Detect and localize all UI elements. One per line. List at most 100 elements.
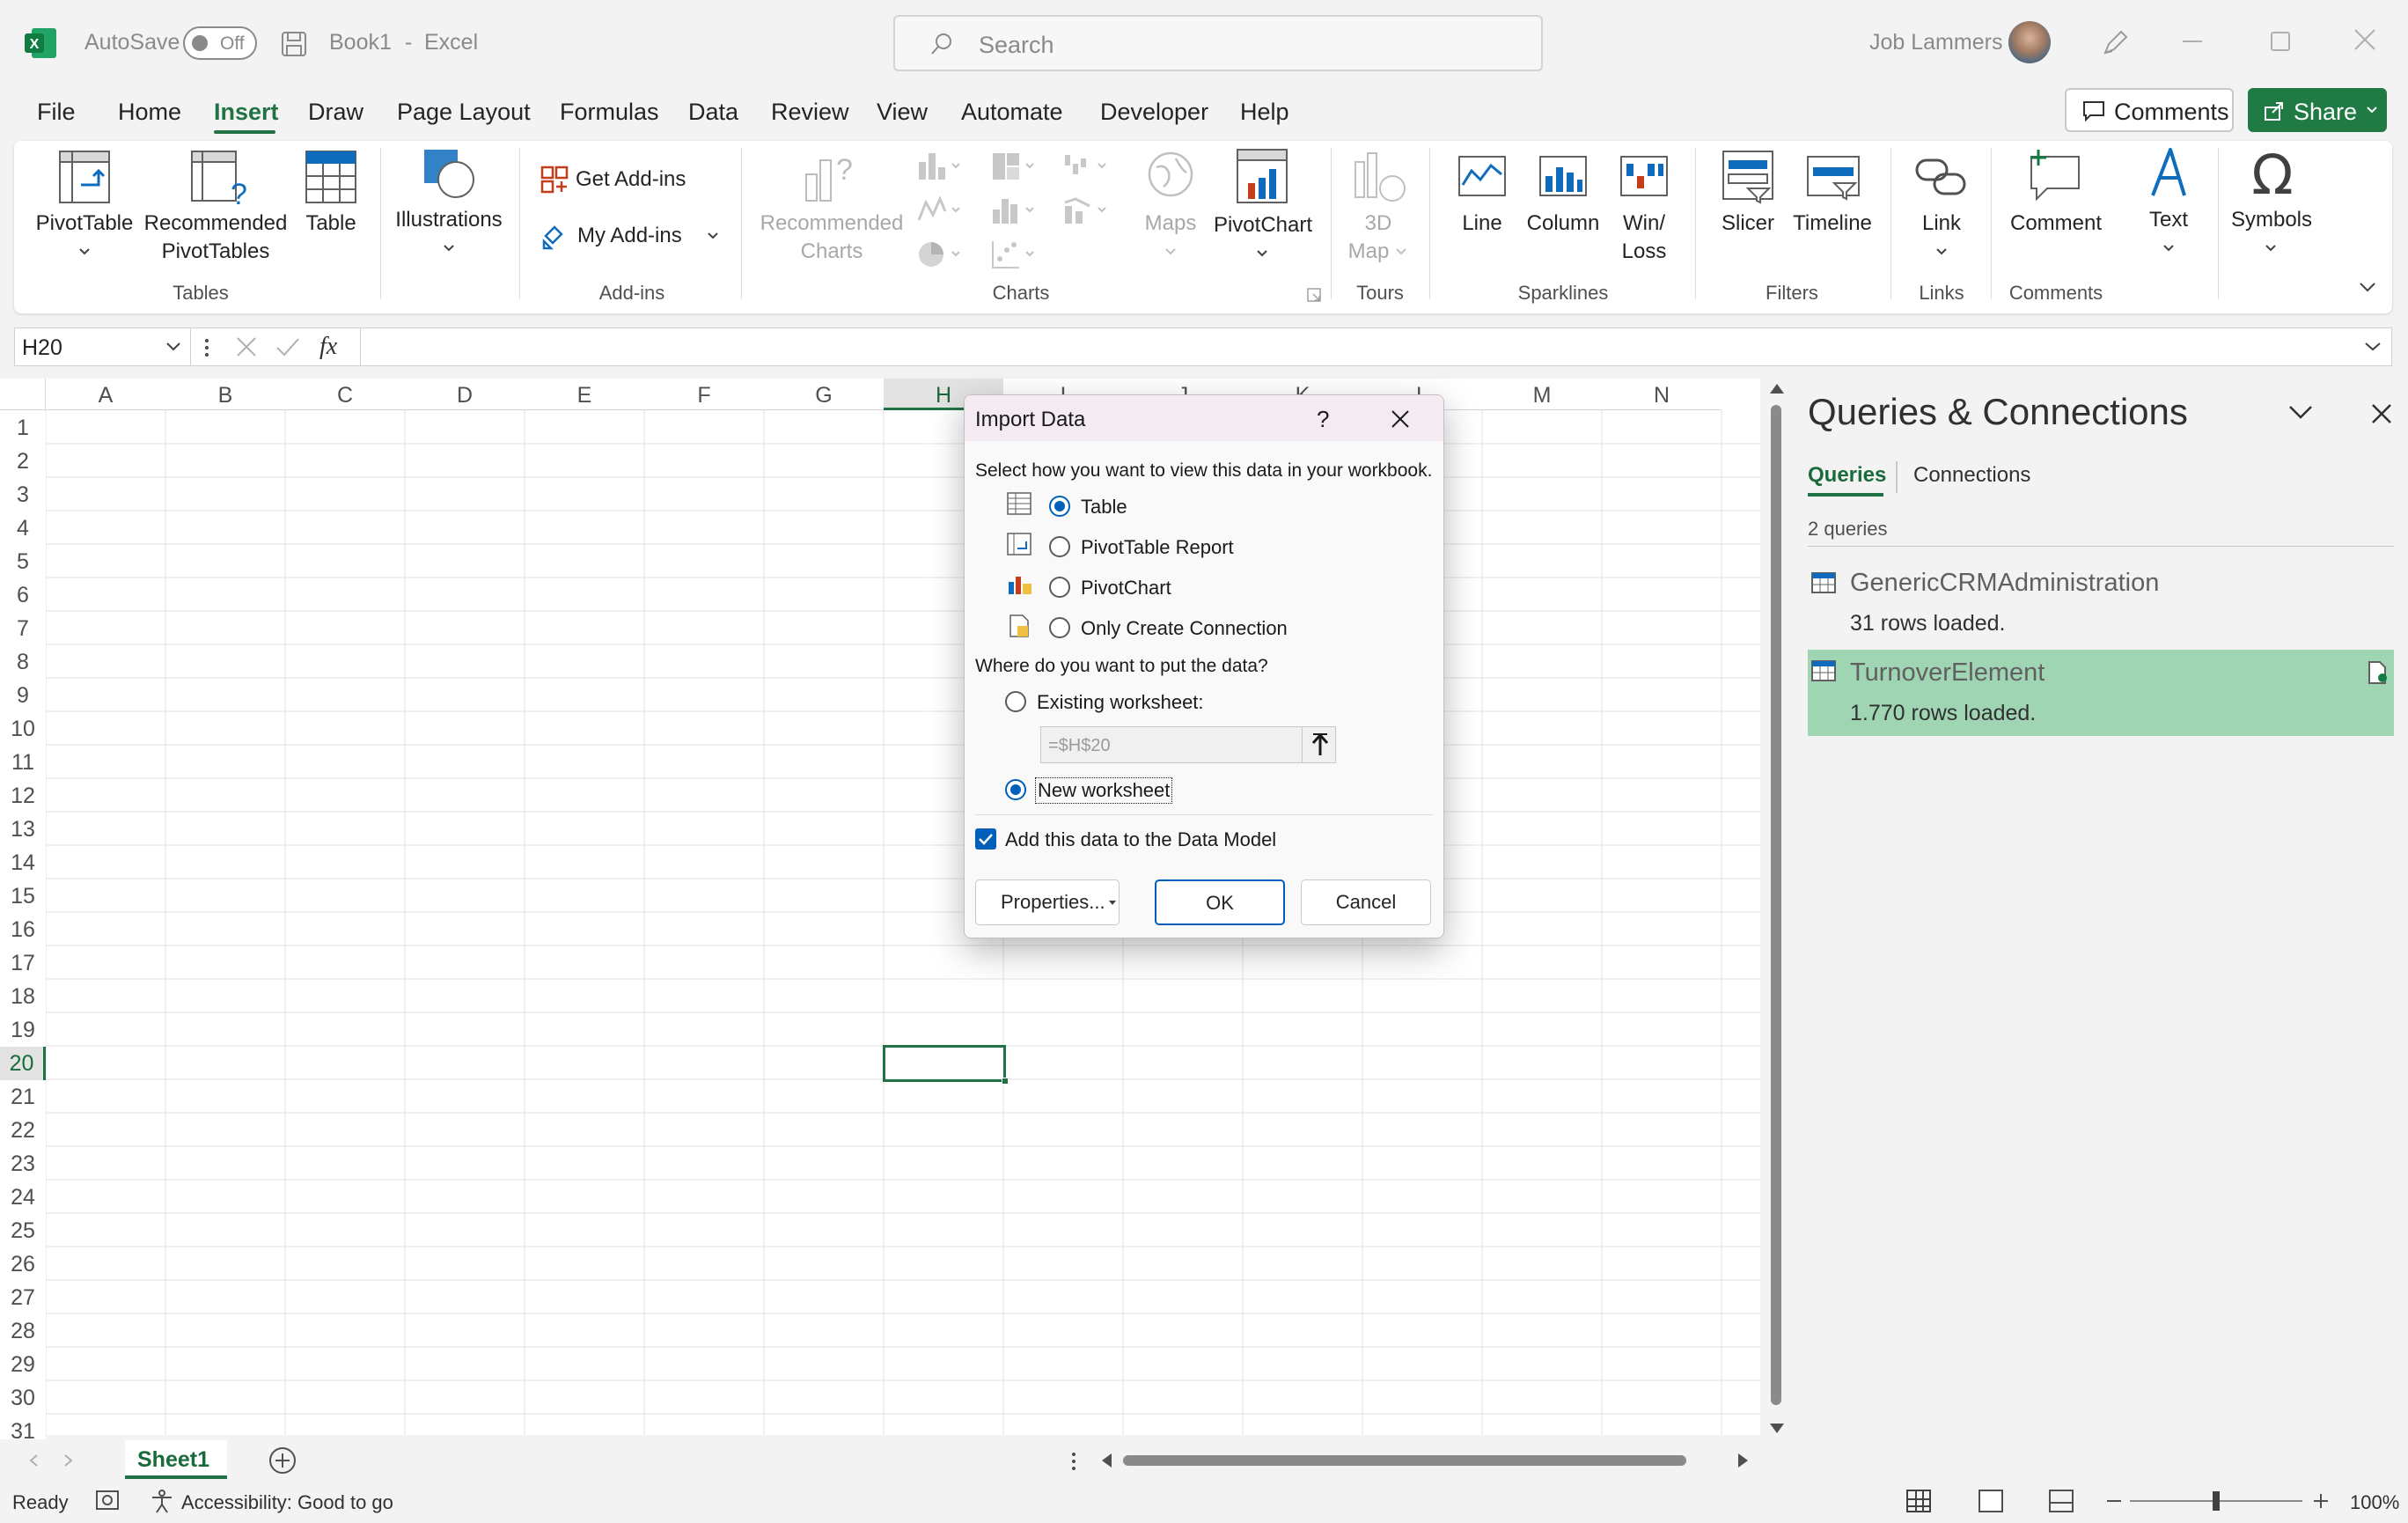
tab-queries[interactable]: Queries <box>1808 463 1886 488</box>
hscroll-left-icon[interactable] <box>1100 1453 1112 1468</box>
row-header[interactable]: 27 <box>0 1281 46 1314</box>
illustrations-dropdown-icon[interactable] <box>444 245 454 252</box>
pen-icon[interactable] <box>2100 28 2130 58</box>
row-header[interactable]: 11 <box>0 746 46 779</box>
column-sparkline-icon[interactable] <box>1538 155 1588 197</box>
scroll-down-icon[interactable] <box>1769 1423 1785 1435</box>
vertical-scrollbar[interactable] <box>1760 379 1795 1440</box>
ribbon-expand-icon[interactable] <box>2359 282 2376 292</box>
recommended-pivottables-label-2[interactable]: PivotTables <box>141 238 290 266</box>
cancel-entry-icon[interactable] <box>235 335 258 358</box>
row-header[interactable]: 23 <box>0 1147 46 1181</box>
row-header[interactable]: 4 <box>0 511 46 545</box>
row-header[interactable]: 15 <box>0 879 46 913</box>
my-addins-dropdown-icon[interactable] <box>708 232 718 239</box>
statistic-chart-icon[interactable] <box>991 195 1035 225</box>
row-header[interactable]: 29 <box>0 1348 46 1381</box>
existing-worksheet-label[interactable]: Existing worksheet: <box>1037 691 1204 714</box>
avatar[interactable] <box>2008 21 2051 63</box>
share-button[interactable]: Share <box>2248 88 2387 132</box>
column-chart-icon[interactable] <box>917 151 961 181</box>
timeline-icon[interactable] <box>1806 155 1861 202</box>
pivottable-icon[interactable] <box>58 150 111 204</box>
omega-symbol-icon[interactable]: Ω <box>2246 146 2299 201</box>
sheet-tab-active[interactable]: Sheet1 <box>125 1440 227 1479</box>
illustrations-icon[interactable] <box>421 146 479 201</box>
row-header[interactable]: 30 <box>0 1381 46 1415</box>
link-dropdown-icon[interactable] <box>1936 248 1947 255</box>
zoom-out-icon[interactable] <box>2107 1500 2121 1502</box>
autosave-toggle[interactable]: Off <box>183 26 257 60</box>
cancel-button[interactable]: Cancel <box>1301 879 1431 925</box>
link-icon[interactable] <box>1915 155 1968 201</box>
dialog-help-button[interactable]: ? <box>1317 406 1329 433</box>
data-model-checkbox[interactable] <box>975 828 996 850</box>
radio-existing-worksheet[interactable] <box>1005 691 1026 712</box>
data-model-label[interactable]: Add this data to the Data Model <box>1005 828 1276 851</box>
3d-map-label-1[interactable]: 3D <box>1345 210 1412 238</box>
row-header[interactable]: 1 <box>0 411 46 445</box>
vertical-scroll-thumb[interactable] <box>1771 405 1781 1405</box>
macro-recording-icon[interactable] <box>95 1490 120 1512</box>
hierarchy-chart-icon[interactable] <box>991 151 1035 181</box>
maps-label[interactable]: Maps <box>1135 210 1206 238</box>
row-header[interactable]: 10 <box>0 712 46 746</box>
column-header-g[interactable]: G <box>764 379 884 410</box>
line-sparkline-label[interactable]: Line <box>1438 210 1526 238</box>
menu-data[interactable]: Data <box>688 99 738 126</box>
radio-pivottable[interactable] <box>1049 536 1070 557</box>
menu-review[interactable]: Review <box>771 99 849 126</box>
search-box[interactable]: Search <box>893 15 1543 71</box>
close-window-icon[interactable] <box>2353 28 2376 51</box>
row-header[interactable]: 24 <box>0 1181 46 1214</box>
row-header[interactable]: 17 <box>0 946 46 980</box>
line-sparkline-icon[interactable] <box>1457 155 1507 197</box>
row-header[interactable]: 7 <box>0 612 46 645</box>
row-header[interactable]: 19 <box>0 1013 46 1047</box>
maps-icon[interactable] <box>1144 150 1197 202</box>
option-pivotchart-label[interactable]: PivotChart <box>1081 577 1171 600</box>
pie-chart-icon[interactable] <box>917 239 961 269</box>
collapse-dialog-icon[interactable] <box>1310 732 1330 757</box>
minimize-icon[interactable] <box>2183 40 2202 42</box>
query-item[interactable]: GenericCRMAdministration 31 rows loaded. <box>1808 560 2394 644</box>
row-header[interactable]: 31 <box>0 1415 46 1439</box>
pivotchart-label[interactable]: PivotChart <box>1206 211 1320 239</box>
accessibility-status[interactable]: Accessibility: Good to go <box>181 1491 393 1514</box>
more-options-icon[interactable] <box>205 337 209 357</box>
radio-only-connection[interactable] <box>1049 617 1070 638</box>
option-only-connection-label[interactable]: Only Create Connection <box>1081 617 1288 640</box>
zoom-in-icon[interactable] <box>2313 1493 2329 1509</box>
new-worksheet-label[interactable]: New worksheet <box>1035 777 1173 804</box>
menu-automate[interactable]: Automate <box>961 99 1063 126</box>
slicer-icon[interactable] <box>1722 150 1774 204</box>
comments-button[interactable]: Comments <box>2065 88 2234 132</box>
worksheet-grid[interactable] <box>0 379 1760 1435</box>
column-header-c[interactable]: C <box>285 379 405 410</box>
column-header-f[interactable]: F <box>644 379 764 410</box>
text-dropdown-icon[interactable] <box>2163 245 2174 252</box>
3d-map-dropdown-icon[interactable] <box>1396 248 1406 255</box>
row-header[interactable]: 16 <box>0 913 46 946</box>
radio-new-worksheet[interactable] <box>1005 779 1026 800</box>
recommended-charts-label-1[interactable]: Recommended <box>757 210 907 238</box>
timeline-label[interactable]: Timeline <box>1780 210 1885 238</box>
text-icon[interactable] <box>2146 146 2195 201</box>
sheet-next-icon[interactable] <box>63 1453 74 1468</box>
confirm-entry-icon[interactable] <box>275 335 300 358</box>
fill-handle[interactable] <box>1002 1078 1009 1085</box>
option-table-label[interactable]: Table <box>1081 496 1127 519</box>
recommended-pivottables-icon[interactable]: ? <box>190 150 246 206</box>
page-break-view-icon[interactable] <box>2049 1490 2074 1512</box>
normal-view-icon[interactable] <box>1906 1490 1931 1512</box>
row-header-selected[interactable]: 20 <box>0 1047 46 1080</box>
symbols-dropdown-icon[interactable] <box>2265 245 2276 252</box>
properties-dropdown-icon[interactable] <box>1109 901 1116 906</box>
row-header[interactable]: 3 <box>0 478 46 511</box>
column-header-a[interactable]: A <box>46 379 165 410</box>
row-header[interactable]: 18 <box>0 980 46 1013</box>
row-header[interactable]: 2 <box>0 445 46 478</box>
tab-connections[interactable]: Connections <box>1913 463 2030 488</box>
illustrations-label[interactable]: Illustrations <box>387 206 510 234</box>
slicer-label[interactable]: Slicer <box>1704 210 1792 238</box>
